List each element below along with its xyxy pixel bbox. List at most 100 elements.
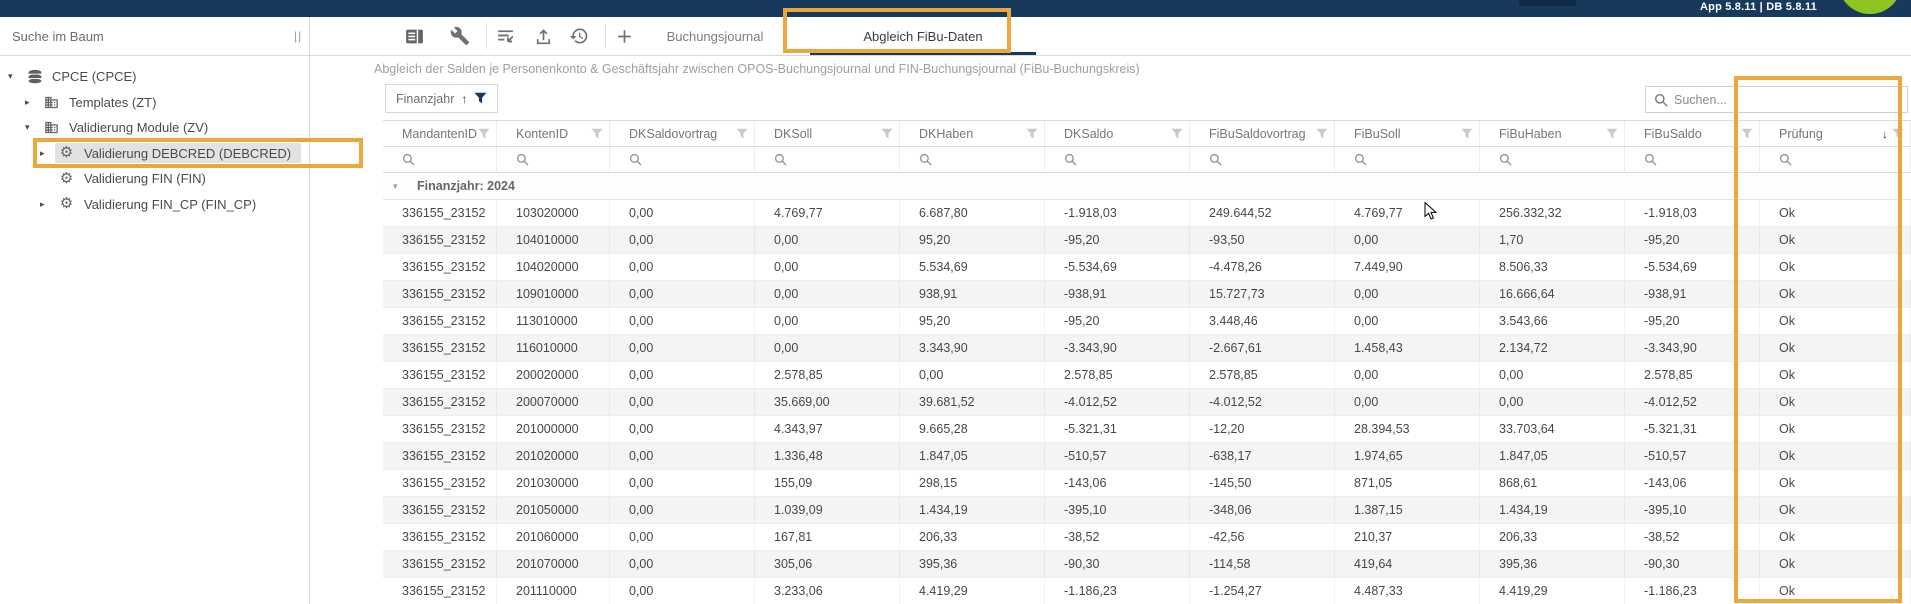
table-cell: 7.449,90 bbox=[1335, 254, 1480, 280]
tree-item-templates-zt[interactable]: ▸Templates (ZT) bbox=[0, 90, 309, 116]
table-row[interactable]: 336155_231521030200000,004.769,776.687,8… bbox=[383, 200, 1911, 227]
tree-item-validierung-fin-fin[interactable]: ⚙Validierung FIN (FIN) bbox=[0, 166, 309, 192]
reorder-rows-icon[interactable] bbox=[495, 26, 517, 47]
column-header-fibusaldovortrag[interactable]: FiBuSaldovortrag bbox=[1190, 121, 1335, 146]
column-filter-input-fibusaldo[interactable] bbox=[1625, 147, 1760, 172]
details-panel-icon[interactable] bbox=[404, 26, 426, 47]
table-row[interactable]: 336155_231521160100000,000,003.343,90-3.… bbox=[383, 335, 1911, 362]
table-row[interactable]: 336155_231522010000000,004.343,979.665,2… bbox=[383, 416, 1911, 443]
table-row[interactable]: 336155_231522011100000,003.233,064.419,2… bbox=[383, 578, 1911, 604]
column-header-label: FiBuHaben bbox=[1499, 127, 1606, 141]
table-cell: 39.681,52 bbox=[900, 389, 1045, 415]
table-cell: -4.012,52 bbox=[1045, 389, 1190, 415]
table-row[interactable]: 336155_231522010700000,00305,06395,36-90… bbox=[383, 551, 1911, 578]
expand-node-icon[interactable]: ▸ bbox=[40, 199, 55, 210]
table-cell: Ok bbox=[1760, 470, 1911, 496]
column-header-fibuhaben[interactable]: FiBuHaben bbox=[1480, 121, 1625, 146]
column-filter-input-fibuhaben[interactable] bbox=[1480, 147, 1625, 172]
column-filter-input-kontenid[interactable] bbox=[497, 147, 610, 172]
column-header-kontenid[interactable]: KontenID bbox=[497, 121, 610, 146]
table-cell: Ok bbox=[1760, 551, 1911, 577]
tab-abgleich-fibu-daten[interactable]: Abgleich FiBu-Daten bbox=[810, 17, 1036, 55]
tree-item-body[interactable]: CPCE (CPCE) bbox=[23, 67, 147, 87]
column-header-dksaldo[interactable]: DKSaldo bbox=[1045, 121, 1190, 146]
table-row[interactable]: 336155_231522000200000,002.578,850,002.5… bbox=[383, 362, 1911, 389]
export-icon[interactable] bbox=[533, 26, 555, 47]
column-filter-icon[interactable] bbox=[1741, 128, 1753, 140]
column-header-dksaldovortrag[interactable]: DKSaldovortrag bbox=[610, 121, 755, 146]
expand-node-icon[interactable]: ▸ bbox=[25, 97, 40, 108]
table-cell: 0,00 bbox=[610, 551, 755, 577]
table-row[interactable]: 336155_231521040200000,000,005.534,69-5.… bbox=[383, 254, 1911, 281]
filter-icon[interactable] bbox=[474, 92, 487, 105]
table-cell: 4.769,77 bbox=[755, 200, 900, 226]
table-row[interactable]: 336155_231522010500000,001.039,091.434,1… bbox=[383, 497, 1911, 524]
column-header-dksoll[interactable]: DKSoll bbox=[755, 121, 900, 146]
table-row[interactable]: 336155_231522010300000,00155,09298,15-14… bbox=[383, 470, 1911, 497]
table-row[interactable]: 336155_231521090100000,000,00938,91-938,… bbox=[383, 281, 1911, 308]
table-cell: 868,61 bbox=[1480, 470, 1625, 496]
column-filter-icon[interactable] bbox=[1026, 128, 1038, 140]
table-row[interactable]: 336155_231521130100000,000,0095,20-95,20… bbox=[383, 308, 1911, 335]
table-cell: 0,00 bbox=[1335, 227, 1480, 253]
column-header-fibusaldo[interactable]: FiBuSaldo bbox=[1625, 121, 1760, 146]
tree-item-body[interactable]: ⚙Validierung DEBCRED (DEBCRED) bbox=[55, 143, 301, 163]
tree-item-validierung-debcred-debcred[interactable]: ▸⚙Validierung DEBCRED (DEBCRED) bbox=[0, 141, 309, 167]
column-header-dkhaben[interactable]: DKHaben bbox=[900, 121, 1045, 146]
history-icon[interactable] bbox=[569, 26, 591, 47]
column-filter-input-dksoll[interactable] bbox=[755, 147, 900, 172]
status-badge[interactable] bbox=[1838, 0, 1902, 14]
tab-buchungsjournal[interactable]: Buchungsjournal bbox=[630, 17, 800, 55]
table-cell: 1.434,19 bbox=[900, 497, 1045, 523]
tree-item-body[interactable]: Templates (ZT) bbox=[40, 92, 166, 112]
column-filter-input-dksaldo[interactable] bbox=[1045, 147, 1190, 172]
column-filter-input-dkhaben[interactable] bbox=[900, 147, 1045, 172]
collapse-group-icon[interactable]: ▾ bbox=[393, 181, 417, 192]
top-bar: App 5.8.11 | DB 5.8.11 bbox=[0, 0, 1911, 17]
collapse-node-icon[interactable]: ▾ bbox=[8, 71, 23, 82]
expand-node-icon[interactable]: ▸ bbox=[40, 148, 55, 159]
column-filter-icon[interactable] bbox=[478, 128, 490, 140]
column-filter-icon[interactable] bbox=[1461, 128, 1473, 140]
tree-item-validierung-fin-cp-fin-cp[interactable]: ▸⚙Validierung FIN_CP (FIN_CP) bbox=[0, 192, 309, 218]
table-cell: 4.419,29 bbox=[1480, 578, 1625, 604]
table-row[interactable]: 336155_231522010200000,001.336,481.847,0… bbox=[383, 443, 1911, 470]
column-filter-icon[interactable] bbox=[1316, 128, 1328, 140]
column-filter-icon[interactable] bbox=[881, 128, 893, 140]
group-by-chip[interactable]: Finanzjahr ↑ bbox=[385, 84, 498, 113]
column-filter-input-prüfung[interactable] bbox=[1760, 147, 1911, 172]
column-filter-icon[interactable] bbox=[1892, 128, 1904, 140]
column-header-mandantenid[interactable]: MandantenID bbox=[383, 121, 497, 146]
table-cell: 0,00 bbox=[610, 254, 755, 280]
sidebar-resize-handle[interactable]: || bbox=[294, 29, 304, 44]
tree-item-cpce-cpce[interactable]: ▾CPCE (CPCE) bbox=[0, 64, 309, 90]
table-cell: 298,15 bbox=[900, 470, 1045, 496]
collapse-node-icon[interactable]: ▾ bbox=[25, 122, 40, 133]
table-row[interactable]: 336155_231521040100000,000,0095,20-95,20… bbox=[383, 227, 1911, 254]
tree-item-body[interactable]: ⚙Validierung FIN (FIN) bbox=[55, 169, 216, 189]
table-cell: -395,10 bbox=[1625, 497, 1760, 523]
table-row[interactable]: 336155_231522000700000,0035.669,0039.681… bbox=[383, 389, 1911, 416]
column-header-prüfung[interactable]: Prüfung↓ bbox=[1760, 121, 1911, 146]
tree-item-body[interactable]: Validierung Module (ZV) bbox=[40, 118, 218, 138]
column-filter-input-fibusaldovortrag[interactable] bbox=[1190, 147, 1335, 172]
column-header-fibusoll[interactable]: FiBuSoll bbox=[1335, 121, 1480, 146]
group-row[interactable]: ▾ Finanzjahr: 2024 bbox=[383, 173, 1911, 200]
table-cell: 0,00 bbox=[610, 443, 755, 469]
table-cell: -1.254,27 bbox=[1190, 578, 1335, 604]
tree-item-body[interactable]: ⚙Validierung FIN_CP (FIN_CP) bbox=[55, 194, 266, 214]
column-filter-icon[interactable] bbox=[736, 128, 748, 140]
column-filter-icon[interactable] bbox=[1606, 128, 1618, 140]
table-cell: 6.687,80 bbox=[900, 200, 1045, 226]
column-filter-icon[interactable] bbox=[1171, 128, 1183, 140]
tree-item-validierung-module-zv[interactable]: ▾Validierung Module (ZV) bbox=[0, 115, 309, 141]
column-filter-input-fibusoll[interactable] bbox=[1335, 147, 1480, 172]
column-filter-icon[interactable] bbox=[591, 128, 603, 140]
wrench-icon[interactable] bbox=[450, 26, 472, 47]
table-row[interactable]: 336155_231522010600000,00167,81206,33-38… bbox=[383, 524, 1911, 551]
column-filter-input-mandantenid[interactable] bbox=[383, 147, 497, 172]
search-icon bbox=[774, 153, 787, 166]
tree-search-input[interactable] bbox=[0, 17, 240, 55]
column-filter-input-dksaldovortrag[interactable] bbox=[610, 147, 755, 172]
table-search-input[interactable] bbox=[1674, 93, 1854, 107]
